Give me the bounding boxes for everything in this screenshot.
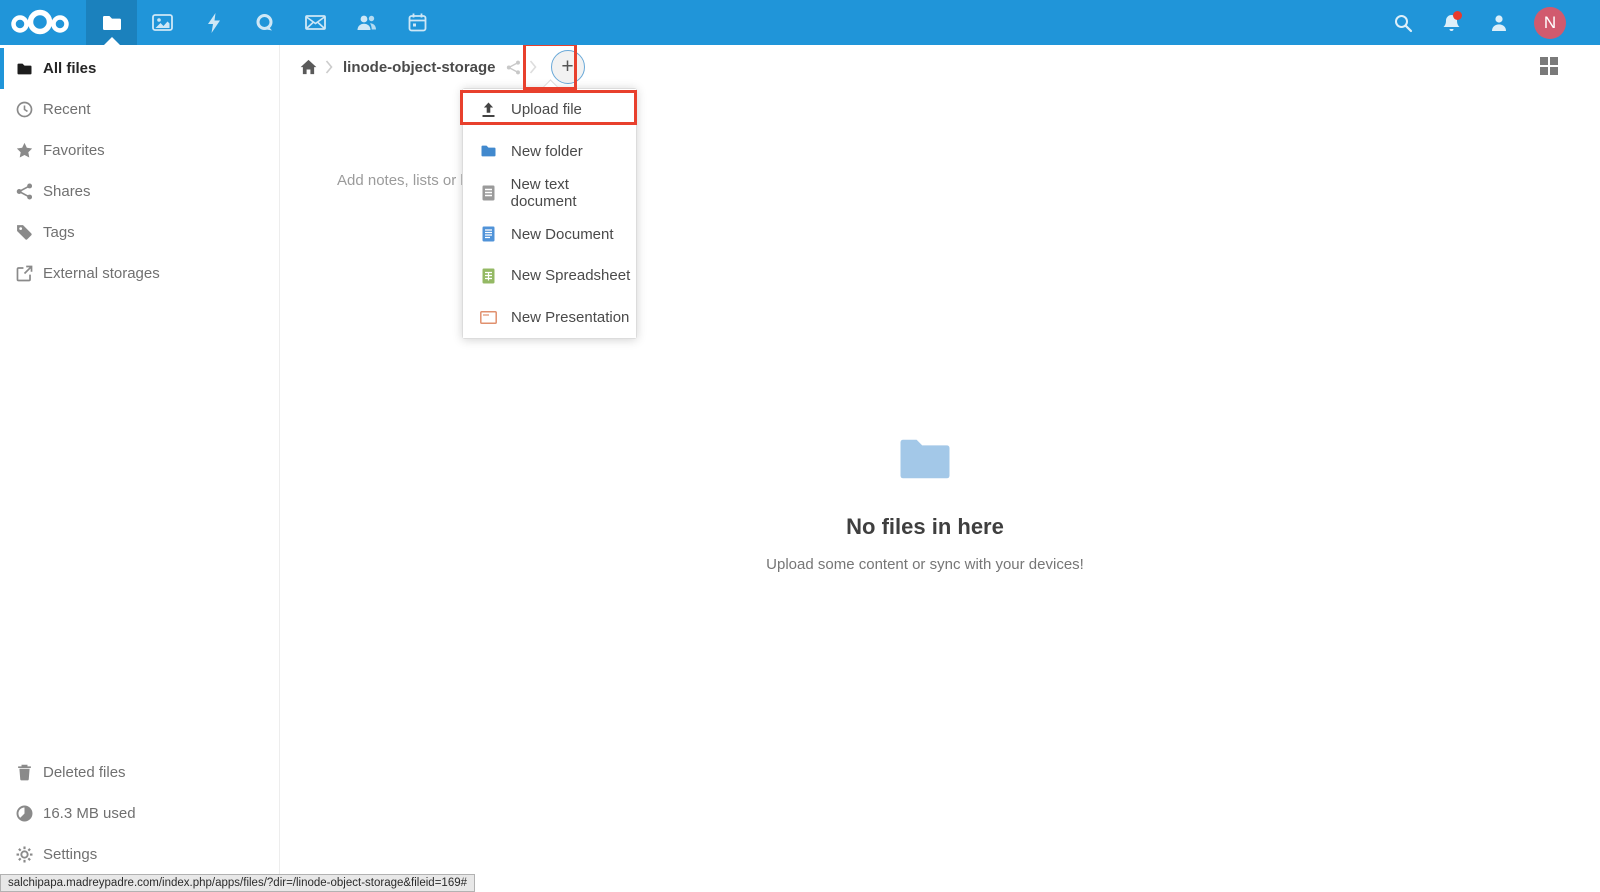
lightning-icon [207, 13, 221, 33]
files-controls-bar: linode-object-storage + Upload file [280, 45, 1600, 89]
sidebar-item-label: Settings [43, 846, 97, 863]
search-button[interactable] [1390, 10, 1416, 36]
sidebar-item-recent[interactable]: Recent [0, 89, 279, 130]
tag-icon [14, 224, 34, 241]
magnifier-icon [1393, 13, 1413, 33]
person-icon [1489, 13, 1509, 33]
breadcrumb-folder-name[interactable]: linode-object-storage [343, 59, 496, 76]
share-icon [14, 183, 34, 200]
chevron-right-icon [529, 60, 537, 74]
app-photos[interactable] [137, 0, 188, 45]
home-icon [300, 59, 317, 75]
sidebar-item-all-files[interactable]: All files [0, 48, 279, 89]
app-talk[interactable] [239, 0, 290, 45]
sidebar-item-shares[interactable]: Shares [0, 171, 279, 212]
nextcloud-logo-icon [9, 7, 71, 39]
app-contacts[interactable] [341, 0, 392, 45]
home-breadcrumb-button[interactable] [300, 59, 317, 75]
top-header-bar: N [0, 0, 1600, 45]
sidebar-item-label: External storages [43, 265, 160, 282]
notes-placeholder-text[interactable]: Add notes, lists or lin [337, 172, 475, 189]
sidebar-item-label: Shares [43, 183, 91, 200]
menu-item-label: Upload file [511, 101, 582, 118]
user-avatar[interactable]: N [1534, 7, 1566, 39]
menu-item-label: New folder [511, 143, 583, 160]
text-file-icon [480, 185, 497, 201]
sidebar-item-favorites[interactable]: Favorites [0, 130, 279, 171]
browser-status-bar: salchipapa.madreypadre.com/index.php/app… [0, 874, 475, 892]
menu-item-label: New Presentation [511, 309, 629, 326]
folder-icon [14, 62, 34, 76]
app-files[interactable] [86, 0, 137, 45]
status-bar-url: salchipapa.madreypadre.com/index.php/app… [8, 877, 467, 889]
files-main-area: linode-object-storage + Upload file [280, 45, 1600, 892]
share-icon[interactable] [506, 60, 521, 75]
sidebar-item-deleted-files[interactable]: Deleted files [0, 752, 279, 793]
nextcloud-logo[interactable] [8, 0, 72, 45]
gear-icon [14, 846, 34, 863]
empty-state-subtitle: Upload some content or sync with your de… [280, 556, 1570, 573]
breadcrumb: linode-object-storage + [300, 50, 585, 84]
empty-state-title: No files in here [280, 514, 1570, 540]
menu-item-label: New Spreadsheet [511, 267, 630, 284]
folder-blue-icon [480, 144, 497, 158]
new-file-button[interactable]: + [551, 50, 585, 84]
sidebar-item-label: Deleted files [43, 764, 126, 781]
sidebar-item-label: Favorites [43, 142, 105, 159]
menu-item-new-presentation[interactable]: New Presentation [463, 297, 636, 339]
menu-item-upload-file[interactable]: Upload file [463, 89, 636, 131]
grid-view-icon [1540, 57, 1548, 65]
document-icon [480, 226, 497, 242]
sidebar-item-quota[interactable]: 16.3 MB used [0, 793, 279, 834]
menu-item-new-spreadsheet[interactable]: New Spreadsheet [463, 255, 636, 297]
trash-icon [14, 764, 34, 781]
menu-item-new-folder[interactable]: New folder [463, 131, 636, 173]
external-link-icon [14, 265, 34, 282]
grid-view-toggle[interactable] [1540, 57, 1558, 75]
contacts-menu-button[interactable] [1486, 10, 1512, 36]
quota-pie-icon [14, 805, 34, 822]
sidebar-item-settings[interactable]: Settings [0, 834, 279, 875]
menu-item-label: New text document [511, 176, 636, 210]
calendar-icon [408, 13, 427, 32]
sidebar-item-label: All files [43, 60, 96, 77]
app-menu [86, 0, 443, 45]
sidebar-item-label: 16.3 MB used [43, 805, 136, 822]
menu-item-new-text-document[interactable]: New text document [463, 172, 636, 214]
envelope-icon [305, 15, 326, 30]
notification-unread-dot [1453, 11, 1462, 20]
people-icon [356, 14, 378, 31]
spreadsheet-icon [480, 268, 497, 284]
menu-item-new-document[interactable]: New Document [463, 214, 636, 256]
notifications-button[interactable] [1438, 10, 1464, 36]
photos-icon [152, 14, 173, 31]
clock-icon [14, 101, 34, 118]
folder-icon [101, 14, 123, 32]
talk-bubble-icon [255, 13, 275, 33]
app-activity[interactable] [188, 0, 239, 45]
sidebar-bottom-nav: Deleted files 16.3 MB used Settings [0, 752, 279, 875]
sidebar-item-label: Recent [43, 101, 91, 118]
presentation-icon [480, 311, 497, 324]
sidebar-item-external-storages[interactable]: External storages [0, 253, 279, 294]
chevron-right-icon [325, 60, 333, 74]
app-calendar[interactable] [392, 0, 443, 45]
sidebar-nav: All files Recent Favorites Shares Tags [0, 45, 279, 294]
empty-folder-state: No files in here Upload some content or … [280, 436, 1570, 573]
header-right-controls: N [1390, 7, 1600, 39]
menu-item-label: New Document [511, 226, 614, 243]
new-file-menu: Upload file New folder New text document… [462, 88, 637, 339]
app-mail[interactable] [290, 0, 341, 45]
empty-folder-icon [897, 436, 953, 482]
upload-icon [480, 102, 497, 118]
star-icon [14, 142, 34, 159]
sidebar-item-tags[interactable]: Tags [0, 212, 279, 253]
sidebar-item-label: Tags [43, 224, 75, 241]
files-sidebar: All files Recent Favorites Shares Tags [0, 45, 280, 892]
